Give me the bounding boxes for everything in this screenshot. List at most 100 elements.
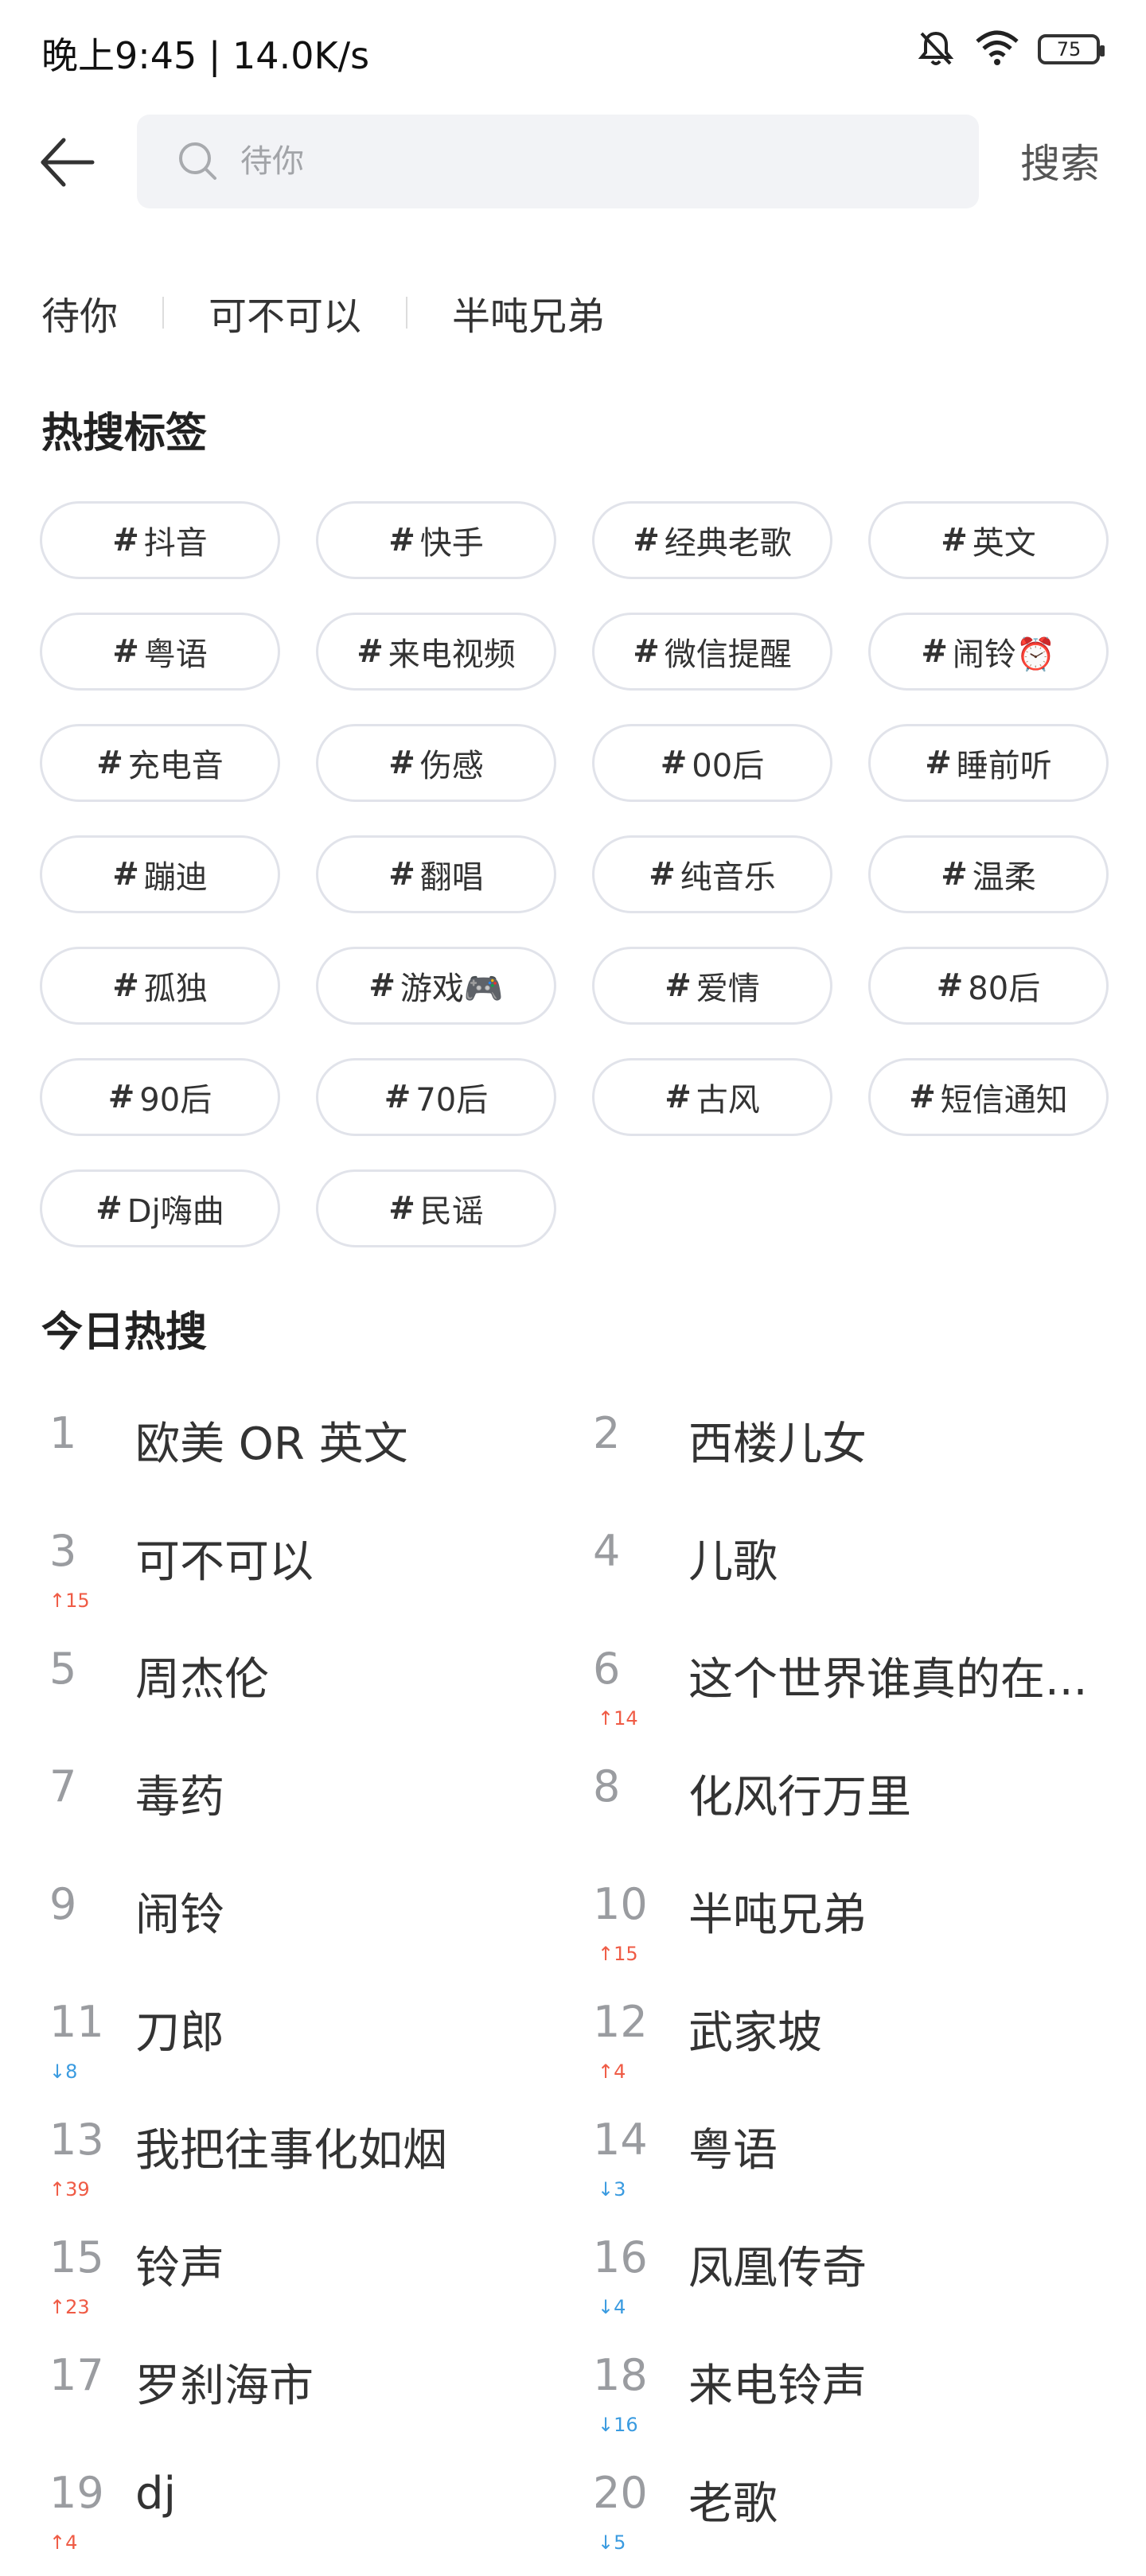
tag-label: 80后	[968, 971, 1041, 1007]
hot-search-item[interactable]: 2 西楼儿女	[553, 1399, 1146, 1516]
hash-icon: #	[96, 1190, 123, 1227]
hot-search-title: 毒药	[135, 1772, 224, 1823]
tag-chip[interactable]: # 抖音	[40, 501, 280, 579]
hot-search-title: 半吨兄弟	[688, 1889, 867, 1941]
tag-chip[interactable]: # 快手	[316, 501, 556, 579]
rank-change: ↓4	[598, 2296, 626, 2318]
tag-label: 纯音乐	[680, 859, 776, 896]
hash-icon: #	[368, 967, 396, 1004]
hot-search-item[interactable]: 17 罗刹海市	[0, 2341, 553, 2458]
history-item[interactable]: 半吨兄弟	[452, 285, 605, 340]
hash-icon: #	[665, 1079, 692, 1115]
hot-search-title: 罗刹海市	[135, 2360, 314, 2412]
tag-chip[interactable]: # 蹦迪	[40, 835, 280, 913]
hot-search-item[interactable]: 5 周杰伦	[0, 1634, 553, 1752]
hash-icon: #	[112, 633, 139, 670]
tag-label: 古风	[696, 1082, 760, 1119]
tag-label: 伤感	[419, 748, 484, 784]
history-item[interactable]: 待你	[41, 285, 118, 340]
rank-number: 5	[49, 1644, 77, 1694]
rank-change: ↑15	[598, 1943, 638, 1965]
tag-label: 粤语	[143, 636, 208, 673]
tag-chip[interactable]: # 古风	[592, 1058, 832, 1136]
search-button[interactable]: 搜索	[1020, 132, 1100, 189]
hot-search-item[interactable]: 8 化风行万里	[553, 1752, 1146, 1870]
hot-search-title: 我把往事化如烟	[135, 2125, 447, 2177]
hash-icon: #	[357, 633, 384, 670]
tag-chip[interactable]: # 经典老歌	[592, 501, 832, 579]
tag-label: 充电音	[127, 748, 224, 784]
rank-change: ↑15	[49, 1590, 90, 1612]
tag-chip[interactable]: # 民谣	[316, 1169, 556, 1247]
tag-label: 70后	[415, 1082, 489, 1119]
tag-chip[interactable]: # 翻唱	[316, 835, 556, 913]
hash-icon: #	[107, 1079, 135, 1115]
hot-search-item[interactable]: 12 ↑4 武家坡	[553, 1987, 1146, 2105]
tag-chip[interactable]: # 闹铃⏰	[868, 613, 1109, 691]
rank-change: ↑39	[49, 2178, 90, 2200]
tag-chip[interactable]: # 来电视频	[316, 613, 556, 691]
tag-label: 蹦迪	[143, 859, 208, 896]
hot-search-title: 化风行万里	[688, 1772, 911, 1823]
hot-search-item[interactable]: 7 毒药	[0, 1752, 553, 1870]
back-button[interactable]	[37, 130, 108, 202]
tag-chip[interactable]: #90后	[40, 1058, 280, 1136]
hot-search-item[interactable]: 11 ↓8 刀郎	[0, 1987, 553, 2105]
hash-icon: #	[112, 522, 139, 558]
tag-chip[interactable]: #00后	[592, 724, 832, 802]
battery-icon: 75	[1038, 34, 1105, 64]
hot-search-title: 刀郎	[135, 2007, 224, 2059]
tag-chip[interactable]: # 孤独	[40, 947, 280, 1025]
tag-chip[interactable]: # 温柔	[868, 835, 1109, 913]
tag-chip[interactable]: # 粤语	[40, 613, 280, 691]
hot-search-item[interactable]: 14 ↓3 粤语	[553, 2105, 1146, 2223]
hash-icon: #	[384, 1079, 411, 1115]
hot-search-title: 铃声	[135, 2243, 224, 2294]
hot-search-item[interactable]: 20 ↓5 老歌	[553, 2458, 1146, 2576]
hot-search-item[interactable]: 16 ↓4 凤凰传奇	[553, 2223, 1146, 2341]
search-input[interactable]	[239, 135, 942, 188]
rank-number: 6	[593, 1644, 621, 1694]
tag-chip[interactable]: # 英文	[868, 501, 1109, 579]
tag-chip[interactable]: # 游戏🎮	[316, 947, 556, 1025]
hash-icon: #	[909, 1079, 936, 1115]
hash-icon: #	[633, 522, 660, 558]
hot-search-item[interactable]: 19 ↑4 dj	[0, 2458, 553, 2576]
hash-icon: #	[649, 856, 676, 893]
tag-chip[interactable]: # 充电音	[40, 724, 280, 802]
tag-chip[interactable]: # 睡前听	[868, 724, 1109, 802]
tag-chip[interactable]: # 伤感	[316, 724, 556, 802]
tag-chip[interactable]: # 微信提醒	[592, 613, 832, 691]
tag-chip[interactable]: # 爱情	[592, 947, 832, 1025]
hot-search-list: 1 欧美 OR 英文 2 西楼儿女 3 ↑15 可不可以 4 儿歌 5 周杰伦 6 ↑14 这个世界谁真的…	[0, 1399, 1146, 2576]
divider	[162, 297, 165, 329]
rank-number: 16	[593, 2232, 648, 2282]
hot-search-item[interactable]: 4 儿歌	[553, 1516, 1146, 1634]
hot-search-item[interactable]: 1 欧美 OR 英文	[0, 1399, 553, 1516]
hot-search-item[interactable]: 10 ↑15 半吨兄弟	[553, 1870, 1146, 1987]
tag-chip[interactable]: #80后	[868, 947, 1109, 1025]
hot-search-title: 武家坡	[688, 2007, 822, 2059]
tag-chip[interactable]: # Dj嗨曲	[40, 1169, 280, 1247]
wifi-icon	[974, 29, 1020, 70]
rank-change: ↑14	[598, 1707, 638, 1730]
hot-search-title: dj	[135, 2468, 177, 2520]
hot-search-item[interactable]: 18 ↓16 来电铃声	[553, 2341, 1146, 2458]
hot-search-item[interactable]: 13 ↑39 我把往事化如烟	[0, 2105, 553, 2223]
hot-search-item[interactable]: 9 闹铃	[0, 1870, 553, 1987]
tag-label: 闹铃⏰	[952, 636, 1056, 673]
hot-search-item[interactable]: 15 ↑23 铃声	[0, 2223, 553, 2341]
hash-icon: #	[633, 633, 660, 670]
rank-number: 10	[593, 1879, 648, 1929]
hot-search-item[interactable]: 6 ↑14 这个世界谁真的在...	[553, 1634, 1146, 1752]
history-item[interactable]: 可不可以	[209, 285, 361, 340]
tag-chip[interactable]: # 短信通知	[868, 1058, 1109, 1136]
hot-search-item[interactable]: 3 ↑15 可不可以	[0, 1516, 553, 1634]
hash-icon: #	[388, 522, 415, 558]
rank-change: ↑4	[598, 2060, 626, 2083]
tag-chip[interactable]: # 纯音乐	[592, 835, 832, 913]
rank-change: ↓8	[49, 2060, 78, 2083]
tag-chip[interactable]: #70后	[316, 1058, 556, 1136]
tag-label: 快手	[419, 525, 484, 562]
search-box[interactable]	[137, 115, 979, 208]
